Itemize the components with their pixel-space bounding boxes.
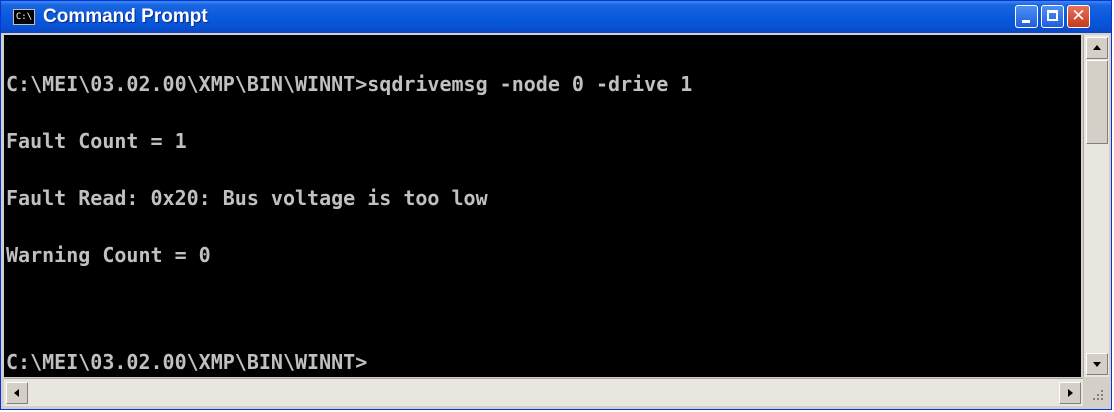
resize-grip-icon[interactable] xyxy=(1083,378,1109,406)
vertical-scrollbar[interactable] xyxy=(1083,35,1109,377)
console-line-fault-count: Fault Count = 1 xyxy=(6,129,187,153)
console-line-command: C:\MEI\03.02.00\XMP\BIN\WINNT>sqdrivemsg… xyxy=(6,72,693,96)
window-title: Command Prompt xyxy=(43,6,208,27)
arrow-left-icon xyxy=(14,389,19,397)
arrow-up-icon xyxy=(1093,45,1101,50)
console-line-blank xyxy=(6,303,1081,315)
console-output[interactable]: C:\MEI\03.02.00\XMP\BIN\WINNT>sqdrivemsg… xyxy=(4,35,1081,377)
close-icon: ✕ xyxy=(1071,6,1086,26)
maximize-button[interactable] xyxy=(1041,5,1064,28)
console-line-fault-read: Fault Read: 0x20: Bus voltage is too low xyxy=(6,186,488,210)
maximize-icon xyxy=(1047,10,1058,21)
minimize-icon xyxy=(1022,20,1030,23)
minimize-button[interactable] xyxy=(1015,5,1038,28)
horizontal-scrollbar[interactable] xyxy=(4,378,1083,406)
arrow-right-icon xyxy=(1068,389,1073,397)
console-line-prompt: C:\MEI\03.02.00\XMP\BIN\WINNT> xyxy=(6,350,368,374)
command-prompt-window: C:\ Command Prompt ✕ C:\MEI\03.02.00\XMP… xyxy=(0,0,1112,410)
arrow-down-icon xyxy=(1093,362,1101,367)
scroll-right-button[interactable] xyxy=(1059,382,1081,404)
scroll-left-button[interactable] xyxy=(6,382,28,404)
console-line-warning-count: Warning Count = 0 xyxy=(6,243,211,267)
close-button[interactable]: ✕ xyxy=(1067,5,1090,28)
scroll-down-button[interactable] xyxy=(1086,353,1108,375)
vertical-scroll-thumb[interactable] xyxy=(1086,60,1108,144)
title-bar[interactable]: C:\ Command Prompt ✕ xyxy=(1,1,1111,33)
scroll-up-button[interactable] xyxy=(1086,37,1108,59)
console-app-icon[interactable]: C:\ xyxy=(13,9,35,25)
